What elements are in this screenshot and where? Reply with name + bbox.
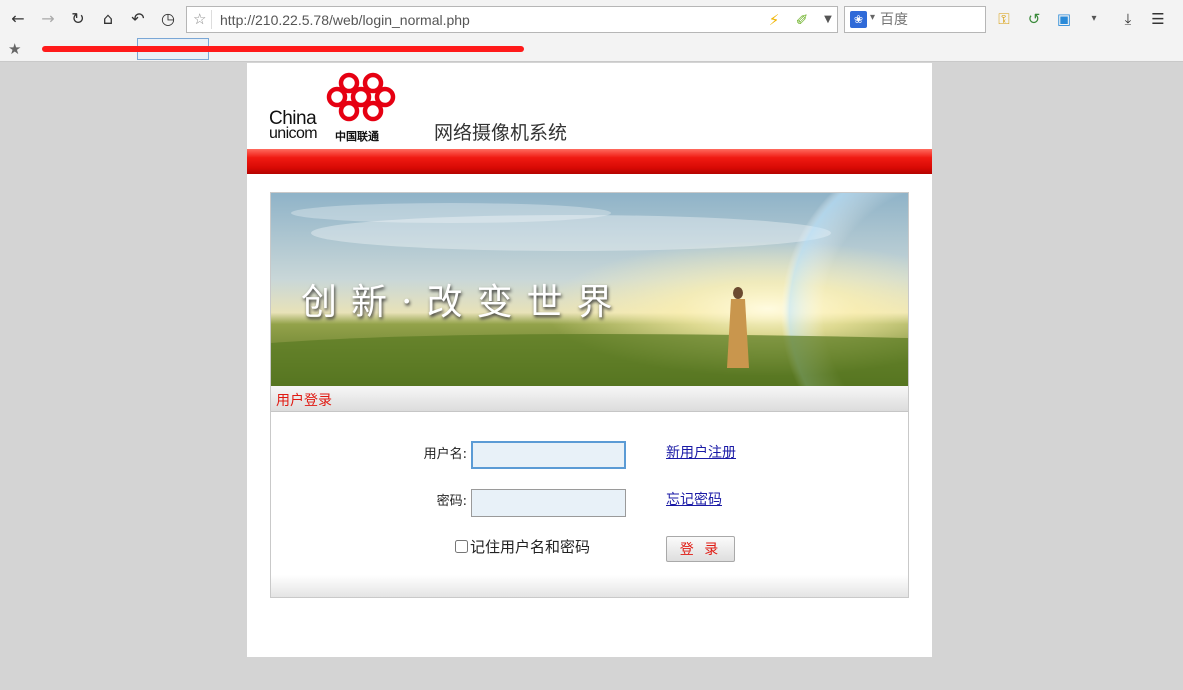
logo-text-unicom: unicom [269, 125, 318, 142]
system-title: 网络摄像机系统 [434, 122, 568, 144]
back-icon[interactable]: ← [8, 9, 28, 29]
game-icon[interactable]: ▣ [1054, 9, 1074, 29]
china-unicom-knot-logo [326, 72, 396, 122]
register-link[interactable]: 新用户注册 [666, 442, 736, 462]
pin-icon[interactable]: ✐ [791, 10, 813, 30]
redacted-bookmarks [42, 46, 524, 52]
baidu-paw-icon[interactable]: ❀ [850, 11, 867, 28]
extension-dropdown-icon[interactable]: ▾ [1084, 9, 1104, 29]
bookmarks-star-icon[interactable]: ★ [8, 40, 21, 58]
bookmarks-bar: ★ [0, 38, 1183, 62]
remember-checkbox[interactable] [455, 540, 468, 553]
history-icon[interactable]: ◷ [158, 9, 178, 29]
undo-icon[interactable]: ↶ [128, 9, 148, 29]
panel-footer [271, 575, 908, 597]
password-input[interactable] [471, 489, 626, 517]
login-page: China unicom 中国联通 网络摄像机系统 创新·改变世界 用户登录 用… [247, 63, 932, 657]
remember-label: 记住用户名和密码 [470, 538, 591, 556]
page-header: China unicom 中国联通 网络摄像机系统 [247, 63, 932, 149]
remember-me[interactable]: 记住用户名和密码 [455, 536, 590, 557]
url-separator [211, 10, 212, 29]
search-engine-dropdown-icon[interactable]: ▾ [870, 12, 875, 23]
section-title: 用户登录 [276, 393, 332, 409]
reload-icon[interactable]: ↻ [68, 9, 88, 29]
url-dropdown-icon[interactable]: ▼ [817, 10, 839, 30]
header-red-band [247, 149, 932, 174]
password-label: 密码: [436, 494, 467, 509]
banner-image: 创新·改变世界 [271, 193, 908, 386]
banner-slogan: 创新·改变世界 [301, 282, 627, 323]
forgot-password-link[interactable]: 忘记密码 [666, 489, 722, 509]
key-icon[interactable]: ⚿ [994, 9, 1014, 29]
address-bar[interactable]: ☆ http://210.22.5.78/web/login_normal.ph… [186, 6, 838, 33]
section-header: 用户登录 [271, 386, 908, 412]
search-refresh-icon[interactable]: ↺ [1024, 9, 1044, 29]
logo-text-chinese: 中国联通 [335, 130, 379, 143]
login-panel: 创新·改变世界 用户登录 用户名: 新用户注册 密码: 忘记密码 记住用户名和密… [270, 192, 909, 598]
username-input[interactable] [471, 441, 626, 469]
forward-icon[interactable]: → [38, 9, 58, 29]
url-text[interactable]: http://210.22.5.78/web/login_normal.php [220, 12, 470, 28]
menu-icon[interactable]: ☰ [1148, 9, 1168, 29]
username-label: 用户名: [423, 447, 467, 462]
login-button[interactable]: 登 录 [666, 536, 735, 562]
search-bar[interactable]: ❀ ▾ [844, 6, 986, 33]
bookmark-star-icon[interactable]: ☆ [193, 10, 206, 28]
download-icon[interactable]: ⤓ [1118, 9, 1138, 29]
home-icon[interactable]: ⌂ [98, 9, 118, 29]
lightning-icon[interactable]: ⚡ [763, 10, 785, 30]
browser-toolbar: ← → ↻ ⌂ ↶ ◷ ☆ http://210.22.5.78/web/log… [0, 0, 1183, 38]
search-input[interactable] [880, 10, 980, 29]
